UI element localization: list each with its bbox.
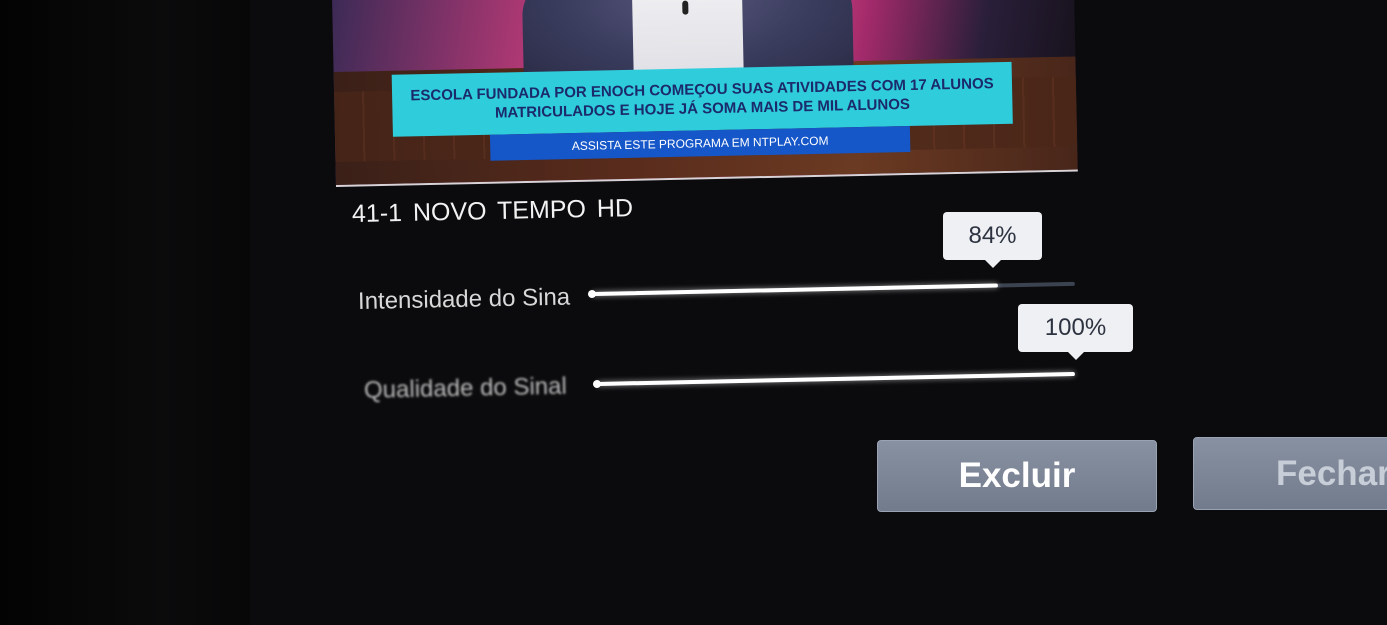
delete-button[interactable]: Excluir — [877, 440, 1157, 512]
channel-name: 41-1 NOVO TEMPO HD — [351, 194, 634, 228]
signal-strength-value: 84% — [943, 212, 1042, 268]
signal-strength-label: Intensidade do Sina — [357, 283, 571, 315]
tv-bezel-shadow — [0, 0, 270, 625]
lapel-mic — [682, 0, 689, 15]
close-button[interactable]: Fechar — [1193, 437, 1387, 510]
signal-strength-start-dot — [587, 289, 597, 299]
signal-quality-label: Qualidade do Sinal — [363, 372, 568, 404]
signal-quality-value: 100% — [1018, 304, 1133, 360]
news-banner: ESCOLA FUNDADA POR ENOCH COMEÇOU SUAS AT… — [391, 61, 1013, 137]
video-preview: ESCOLA FUNDADA POR ENOCH COMEÇOU SUAS AT… — [331, 0, 1078, 188]
signal-quality-start-dot — [592, 379, 602, 389]
